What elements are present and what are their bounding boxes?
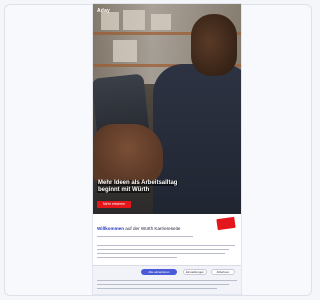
welcome-title-strong: Willkommen [97,226,125,231]
shelf-box [101,12,119,30]
hero-headline: Mehr Ideen als Arbeitsalltag beginnt mit… [97,180,207,194]
person-hand [93,124,163,184]
site-logo[interactable]: Aday [97,8,110,14]
person-head [191,14,237,76]
text-line [97,245,235,247]
text-line [97,257,177,259]
text-line [97,249,229,251]
hero-headline-line-1: Mehr Ideen als Arbeitsalltag [97,180,179,186]
welcome-title-rest: auf der Würth Karriereseite [124,226,181,231]
consent-text-line [97,288,217,290]
shelf-box [151,14,171,30]
settings-button[interactable]: Einstellungen [183,269,207,275]
hero-cta-button[interactable]: Mehr erfahren [97,201,131,208]
accept-all-button[interactable]: Alle akzeptieren [141,269,177,275]
decline-button[interactable]: Ablehnen [211,269,235,275]
consent-text-line [97,284,229,286]
welcome-title: Willkommen auf der Würth Karriereseite [97,226,217,231]
text-line [97,253,225,255]
shelf-box [123,10,145,30]
mobile-page-preview: Aday Mehr Ideen als Arbeitsalltag beginn… [93,4,241,294]
consent-text-line [97,280,237,282]
text-line [97,236,193,238]
shelf-box [113,40,137,62]
hero-headline-line-2: beginnt mit Würth [97,187,151,193]
